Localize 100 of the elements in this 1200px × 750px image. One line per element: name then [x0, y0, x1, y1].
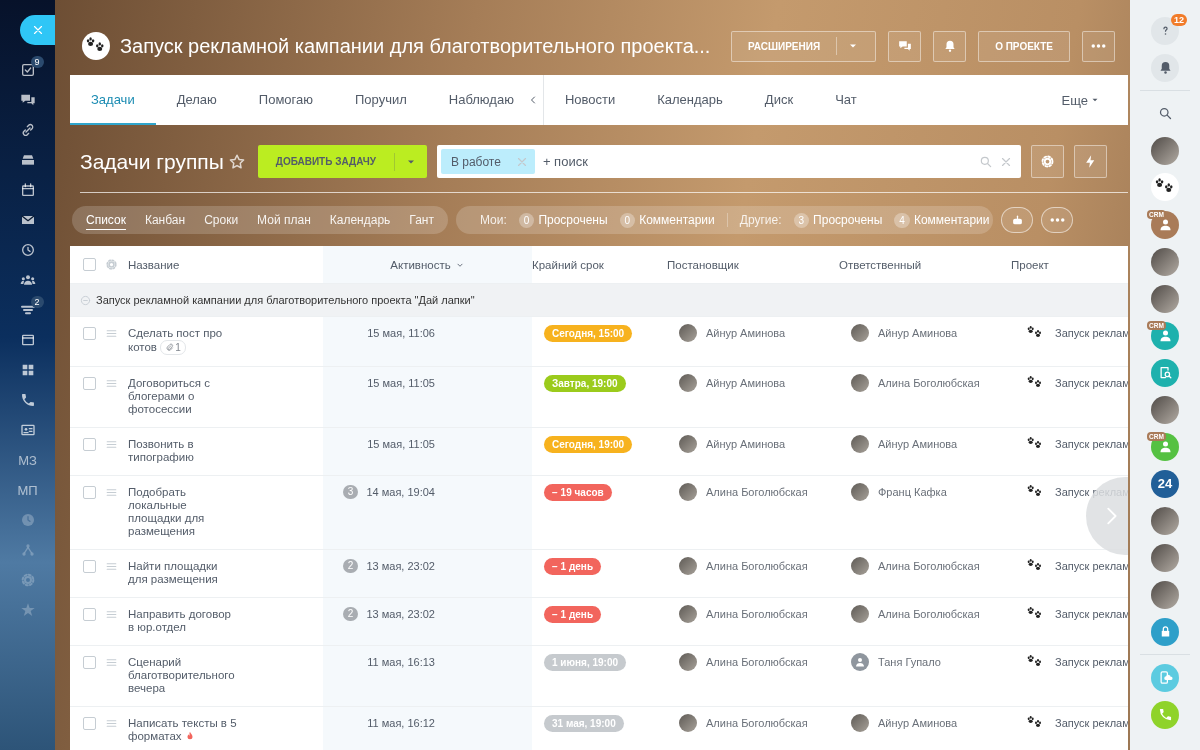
task-title[interactable]: Подобрать локальные площадки для размещения — [128, 486, 238, 549]
view-tab[interactable]: Список — [86, 210, 126, 230]
drag-handle-icon[interactable] — [105, 377, 118, 390]
task-title[interactable]: Сценарий благотворительного вечера — [128, 656, 238, 706]
open-line-button[interactable] — [1151, 358, 1179, 387]
avatar[interactable] — [1151, 395, 1179, 424]
column-header[interactable]: Постановщик — [667, 258, 739, 271]
call-button[interactable] — [1151, 700, 1179, 729]
drag-handle-icon[interactable] — [105, 486, 118, 499]
drag-handle-icon[interactable] — [105, 717, 118, 730]
project-avatar[interactable] — [1151, 172, 1179, 201]
clock-icon[interactable] — [19, 242, 36, 258]
checkbox[interactable] — [83, 608, 96, 621]
task-title[interactable]: Найти площадки для размещения — [128, 560, 238, 597]
contact-avatar[interactable] — [1151, 432, 1179, 461]
column-header[interactable]: Крайний срок — [532, 258, 604, 271]
checkbox[interactable] — [83, 486, 96, 499]
close-button[interactable] — [20, 15, 55, 45]
logo-button[interactable]: 24 — [1151, 469, 1179, 498]
robot-button[interactable] — [1001, 207, 1034, 233]
deadline-badge[interactable]: − 19 часов — [544, 484, 612, 501]
tab[interactable]: Новости — [543, 75, 637, 125]
lock-button[interactable] — [1151, 617, 1179, 646]
person-name[interactable]: Алина Боголюбская — [878, 608, 980, 620]
view-tab[interactable]: Сроки — [204, 210, 239, 230]
avatar[interactable] — [1151, 543, 1179, 572]
person-name[interactable]: Айнур Аминова — [878, 327, 958, 339]
tab[interactable]: Календарь — [636, 75, 744, 125]
task-title[interactable]: Позвонить в типографию — [128, 438, 238, 475]
view-tab[interactable]: Мой план — [257, 210, 311, 230]
column-header[interactable]: Ответственный — [839, 258, 922, 271]
person-name[interactable]: Алина Боголюбская — [878, 377, 980, 389]
tab[interactable]: Поручил — [334, 75, 428, 125]
phone-cloud-button[interactable] — [1151, 663, 1179, 692]
person-name[interactable]: Айнур Аминова — [878, 717, 958, 729]
deadline-badge[interactable]: − 1 день — [544, 558, 602, 575]
tab[interactable]: Диск — [743, 75, 815, 125]
drag-handle-icon[interactable] — [105, 608, 118, 621]
tab[interactable]: Наблюдаю — [427, 75, 535, 125]
tab[interactable]: Чат — [814, 75, 878, 125]
task-title[interactable]: Договориться с блогерами о фотосессии — [128, 377, 238, 427]
add-task-button[interactable]: ДОБАВИТЬ ЗАДАЧУ — [257, 145, 427, 178]
settings-icon[interactable] — [19, 572, 36, 588]
person-name[interactable]: Алина Боголюбская — [706, 560, 808, 572]
tab[interactable]: Помогаю — [237, 75, 334, 125]
more-tabs-button[interactable]: Еще — [1055, 75, 1106, 125]
task-title[interactable]: Сделать пост про котов 1 — [128, 327, 238, 366]
column-header[interactable]: Название — [128, 258, 180, 271]
checkbox[interactable] — [83, 717, 96, 730]
filter-tag[interactable]: В работе — [440, 149, 535, 174]
star-icon[interactable] — [19, 602, 36, 618]
tab[interactable]: Делаю — [155, 75, 238, 125]
drag-handle-icon[interactable] — [105, 560, 118, 573]
contact-card-icon[interactable] — [19, 422, 36, 438]
contact-avatar[interactable] — [1151, 321, 1179, 350]
more-button[interactable] — [1082, 30, 1115, 62]
column-header[interactable]: Проект — [1011, 258, 1049, 271]
view-tab[interactable]: Календарь — [329, 210, 391, 230]
avatar[interactable] — [1151, 284, 1179, 313]
avatar[interactable] — [1151, 506, 1179, 535]
view-tab[interactable]: Канбан — [144, 210, 186, 230]
settings-button[interactable] — [1030, 145, 1064, 178]
calendar-icon[interactable] — [19, 182, 36, 198]
avatar[interactable] — [1151, 580, 1179, 609]
drag-handle-icon[interactable] — [105, 327, 118, 340]
menu-item[interactable]: МП — [17, 482, 38, 498]
bolt-button[interactable] — [1073, 145, 1107, 178]
drag-handle-icon[interactable] — [105, 656, 118, 669]
avatar[interactable] — [1151, 136, 1179, 165]
person-name[interactable]: Таня Гупало — [878, 656, 941, 668]
person-name[interactable]: Франц Кафка — [878, 486, 947, 498]
deadline-badge[interactable]: − 1 день — [544, 606, 602, 623]
group-icon[interactable] — [19, 272, 36, 288]
person-name[interactable]: Айнур Аминова — [706, 327, 786, 339]
checkbox[interactable] — [83, 258, 96, 271]
notifications-button[interactable] — [1151, 53, 1179, 82]
star-icon[interactable] — [227, 152, 246, 171]
person-name[interactable]: Алина Боголюбская — [878, 560, 980, 572]
chat-button[interactable] — [888, 30, 922, 62]
search-field[interactable]: В работе + поиск — [436, 145, 1021, 178]
contact-avatar[interactable] — [1151, 210, 1179, 239]
drag-handle-icon[interactable] — [105, 438, 118, 451]
person-name[interactable]: Айнур Аминова — [878, 438, 958, 450]
person-name[interactable]: Алина Боголюбская — [706, 717, 808, 729]
tray-icon[interactable] — [19, 152, 36, 168]
checkbox[interactable] — [83, 438, 96, 451]
person-name[interactable]: Айнур Аминова — [706, 377, 786, 389]
avatar[interactable] — [1151, 247, 1179, 276]
sitemap-icon[interactable] — [19, 542, 36, 558]
person-name[interactable]: Алина Боголюбская — [706, 608, 808, 620]
phone-icon[interactable] — [19, 392, 36, 408]
menu-item[interactable]: МЗ — [18, 452, 37, 468]
checkbox[interactable] — [83, 560, 96, 573]
checkbox[interactable] — [83, 327, 96, 340]
checkbox[interactable] — [83, 377, 96, 390]
person-name[interactable]: Айнур Аминова — [706, 438, 786, 450]
settings-icon[interactable] — [105, 258, 118, 271]
notifications-button[interactable] — [933, 30, 967, 62]
person-name[interactable]: Алина Боголюбская — [706, 656, 808, 668]
task-title[interactable]: Направить договор в юр.отдел — [128, 608, 238, 645]
